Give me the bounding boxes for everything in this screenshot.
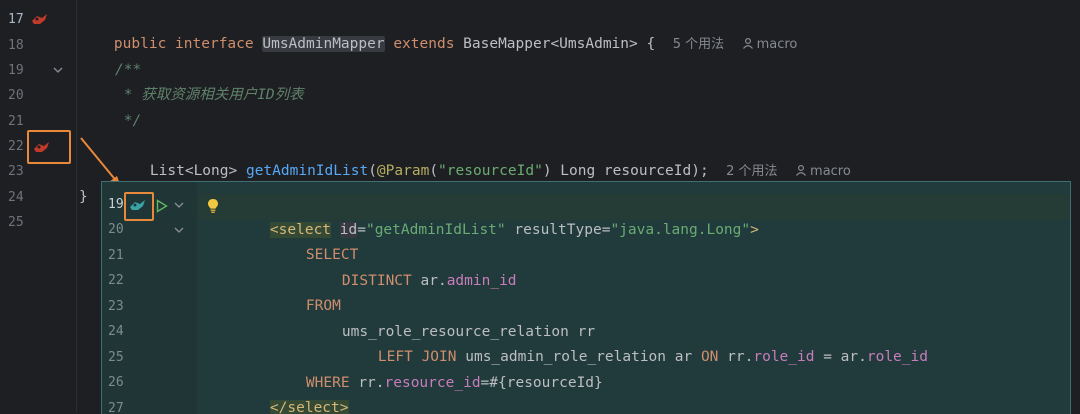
lightbulb-icon[interactable] <box>206 198 220 214</box>
line-number: 21 <box>108 243 130 269</box>
xml-line-20[interactable]: SELECT <box>271 217 358 243</box>
sql-keyword: ON <box>701 349 718 365</box>
fold-chevron-icon[interactable] <box>173 199 185 211</box>
line-number: 27 <box>108 396 130 414</box>
xml-line-26[interactable]: </select> <box>235 370 349 396</box>
code-text: = <box>357 222 366 238</box>
code-text: rr. <box>358 375 384 391</box>
line-number: 23 <box>108 294 130 320</box>
xml-line-23[interactable]: ums_role_resource_relation rr <box>307 294 595 320</box>
sql-column: resource_id <box>385 375 481 391</box>
xml-line-25[interactable]: WHERE rr.resource_id=#{resourceId} <box>271 345 603 371</box>
xml-tag: > <box>750 222 759 238</box>
fold-chevron-icon[interactable] <box>173 224 185 236</box>
sql-column: role_id <box>867 349 928 365</box>
line-number: 22 <box>108 268 130 294</box>
highlight-box <box>124 192 154 221</box>
xml-value: "getAdminIdList" <box>366 222 506 238</box>
xml-preview-popup[interactable]: 19 20 21 22 23 24 25 26 27 <select id="g… <box>101 181 1071 414</box>
xml-line-21[interactable]: DISTINCT ar.admin_id <box>307 243 517 269</box>
code-text: =#{resourceId} <box>481 375 603 391</box>
sql-keyword: DISTINCT <box>342 273 412 289</box>
code-text: rr. <box>727 349 753 365</box>
xml-line-24[interactable]: LEFT JOIN ums_admin_role_relation ar ON … <box>343 319 928 345</box>
xml-tag: </select> <box>270 400 349 414</box>
xml-line-22[interactable]: FROM <box>271 268 341 294</box>
xml-line-19[interactable]: <select id="getAdminIdList" resultType="… <box>235 192 759 218</box>
code-text: ar. <box>421 273 447 289</box>
xml-value: "java.lang.Long" <box>610 222 750 238</box>
line-number: 24 <box>108 319 130 345</box>
sql-column: role_id <box>753 349 814 365</box>
xml-attribute: resultType <box>514 222 601 238</box>
run-icon[interactable] <box>156 199 168 213</box>
sql-column: admin_id <box>447 273 517 289</box>
line-number: 25 <box>108 345 130 371</box>
code-text: = ar. <box>814 349 866 365</box>
line-number: 26 <box>108 370 130 396</box>
